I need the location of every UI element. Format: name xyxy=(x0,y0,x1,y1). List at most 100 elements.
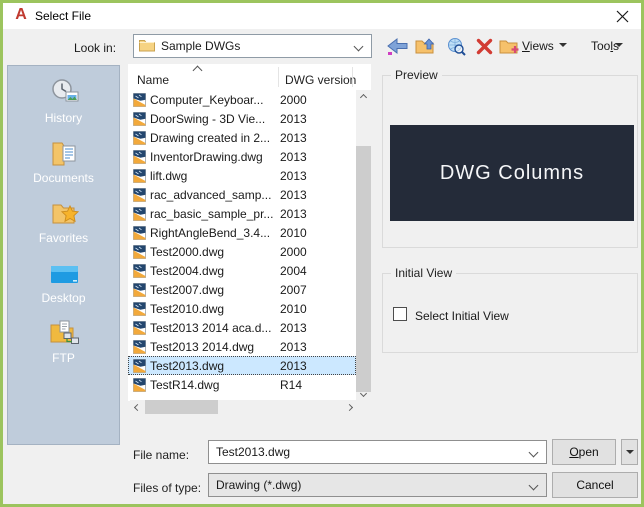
preview-group: Preview DWG Columns xyxy=(382,68,638,248)
sidebar-item-ftp[interactable]: FTP xyxy=(8,314,119,374)
open-dropdown-icon xyxy=(625,450,634,454)
file-row[interactable]: lift.dwg 2013 xyxy=(128,166,356,185)
dwg-file-icon xyxy=(133,320,146,335)
title-bar: A Select File xyxy=(3,3,641,29)
file-version: 2013 xyxy=(280,320,307,335)
file-row[interactable]: Computer_Keyboar... 2000 xyxy=(128,90,356,109)
desktop-icon xyxy=(47,254,81,288)
file-name: RightAngleBend_3.4... xyxy=(150,225,271,240)
file-name: rac_advanced_samp... xyxy=(150,187,272,202)
favorites-icon xyxy=(47,194,81,228)
dwg-file-icon xyxy=(133,168,146,183)
scroll-right-icon[interactable] xyxy=(342,400,356,414)
dwg-file-icon xyxy=(133,206,146,221)
file-name: Computer_Keyboar... xyxy=(150,92,264,107)
folder-icon xyxy=(139,38,155,55)
file-version: 2007 xyxy=(280,282,307,297)
file-name: InventorDrawing.dwg xyxy=(150,149,263,164)
scroll-down-icon[interactable] xyxy=(356,386,371,401)
horizontal-scrollbar-thumb[interactable] xyxy=(145,400,218,414)
tools-dropdown-icon[interactable] xyxy=(615,43,623,47)
open-button[interactable]: Open xyxy=(552,439,616,465)
look-in-dropdown[interactable]: Sample DWGs xyxy=(133,34,372,58)
file-row[interactable]: RightAngleBend_3.4... 2010 xyxy=(128,223,356,242)
file-row[interactable]: Test2004.dwg 2004 xyxy=(128,261,356,280)
up-one-level-icon[interactable] xyxy=(413,34,439,58)
delete-icon[interactable] xyxy=(471,34,497,58)
sidebar-item-history[interactable]: History xyxy=(8,74,119,134)
dialog-title: Select File xyxy=(35,9,92,23)
close-icon[interactable] xyxy=(611,6,633,26)
select-initial-view-checkbox[interactable] xyxy=(393,307,407,321)
sidebar-item-favorites[interactable]: Favorites xyxy=(8,194,119,254)
file-row[interactable]: DoorSwing - 3D Vie... 2013 xyxy=(128,109,356,128)
file-row[interactable]: TestR14.dwg R14 xyxy=(128,375,356,394)
files-of-type-label: Files of type: xyxy=(133,481,202,495)
new-folder-icon[interactable] xyxy=(497,34,523,58)
file-name-combobox[interactable]: Test2013.dwg xyxy=(208,440,547,464)
file-row[interactable]: Test2013 2014.dwg 2013 xyxy=(128,337,356,356)
initial-view-group-label: Initial View xyxy=(391,266,457,280)
dwg-file-icon xyxy=(133,282,146,297)
dwg-file-icon xyxy=(133,187,146,202)
column-divider[interactable] xyxy=(352,67,353,87)
sidebar-item-documents[interactable]: Documents xyxy=(8,134,119,194)
column-divider[interactable] xyxy=(278,67,279,87)
dwg-file-icon xyxy=(133,263,146,278)
autocad-logo-icon: A xyxy=(15,6,27,23)
file-name: Test2013.dwg xyxy=(150,358,225,373)
scroll-left-icon[interactable] xyxy=(130,400,144,414)
search-web-icon[interactable] xyxy=(443,34,469,58)
file-name-label: File name: xyxy=(133,448,190,462)
scroll-up-icon[interactable] xyxy=(356,90,371,105)
select-initial-view-label: Select Initial View xyxy=(415,309,509,323)
back-icon[interactable] xyxy=(384,34,410,58)
file-version: 2000 xyxy=(280,244,307,259)
file-row[interactable]: InventorDrawing.dwg 2013 xyxy=(128,147,356,166)
sort-ascending-icon xyxy=(192,65,203,76)
column-header-name[interactable]: Name xyxy=(137,73,169,87)
file-row[interactable]: Test2013.dwg 2013 xyxy=(128,356,356,375)
sidebar-item-label: FTP xyxy=(52,351,75,365)
look-in-label: Look in: xyxy=(74,41,117,55)
file-row[interactable]: rac_basic_sample_pr... 2013 xyxy=(128,204,356,223)
column-header-dwg-version[interactable]: DWG version xyxy=(285,73,356,87)
file-version: 2004 xyxy=(280,263,307,278)
views-menu[interactable]: Views xyxy=(522,39,554,53)
file-version: 2010 xyxy=(280,301,307,316)
file-row[interactable]: Test2007.dwg 2007 xyxy=(128,280,356,299)
file-row[interactable]: Drawing created in 2... 2013 xyxy=(128,128,356,147)
sidebar-item-label: Documents xyxy=(33,171,94,185)
file-version: 2013 xyxy=(280,149,307,164)
file-name: Test2004.dwg xyxy=(150,263,225,278)
file-row[interactable]: Test2010.dwg 2010 xyxy=(128,299,356,318)
vertical-scrollbar-thumb[interactable] xyxy=(356,146,371,392)
views-dropdown-icon[interactable] xyxy=(559,43,567,47)
file-version: 2013 xyxy=(280,168,307,183)
file-row[interactable]: rac_advanced_samp... 2013 xyxy=(128,185,356,204)
cancel-button[interactable]: Cancel xyxy=(552,472,638,498)
file-name: Test2007.dwg xyxy=(150,282,225,297)
file-name: lift.dwg xyxy=(150,168,188,183)
file-row[interactable]: Test2013 2014 aca.d... 2013 xyxy=(128,318,356,337)
file-name: Test2013 2014.dwg xyxy=(150,339,255,354)
initial-view-group: Initial View Select Initial View xyxy=(382,266,638,353)
vertical-scrollbar[interactable] xyxy=(356,90,371,401)
ftp-icon xyxy=(47,314,81,348)
dwg-file-icon xyxy=(133,149,146,164)
file-name-value: Test2013.dwg xyxy=(216,445,291,459)
file-version: 2013 xyxy=(280,111,307,126)
file-row[interactable]: Test2000.dwg 2000 xyxy=(128,242,356,261)
file-rows: Computer_Keyboar... 2000 DoorSwing - 3D … xyxy=(128,90,356,394)
dwg-file-icon xyxy=(133,301,146,316)
open-dropdown-button[interactable] xyxy=(621,439,638,465)
places-sidebar: History Documents Favorites Desktop FTP xyxy=(7,65,120,445)
file-name: DoorSwing - 3D Vie... xyxy=(150,111,266,126)
dwg-file-icon xyxy=(133,111,146,126)
file-name: Test2000.dwg xyxy=(150,244,225,259)
file-version: 2000 xyxy=(280,92,307,107)
horizontal-scrollbar[interactable] xyxy=(130,400,356,414)
file-name: rac_basic_sample_pr... xyxy=(150,206,274,221)
files-of-type-combobox[interactable]: Drawing (*.dwg) xyxy=(208,473,547,497)
sidebar-item-desktop[interactable]: Desktop xyxy=(8,254,119,314)
